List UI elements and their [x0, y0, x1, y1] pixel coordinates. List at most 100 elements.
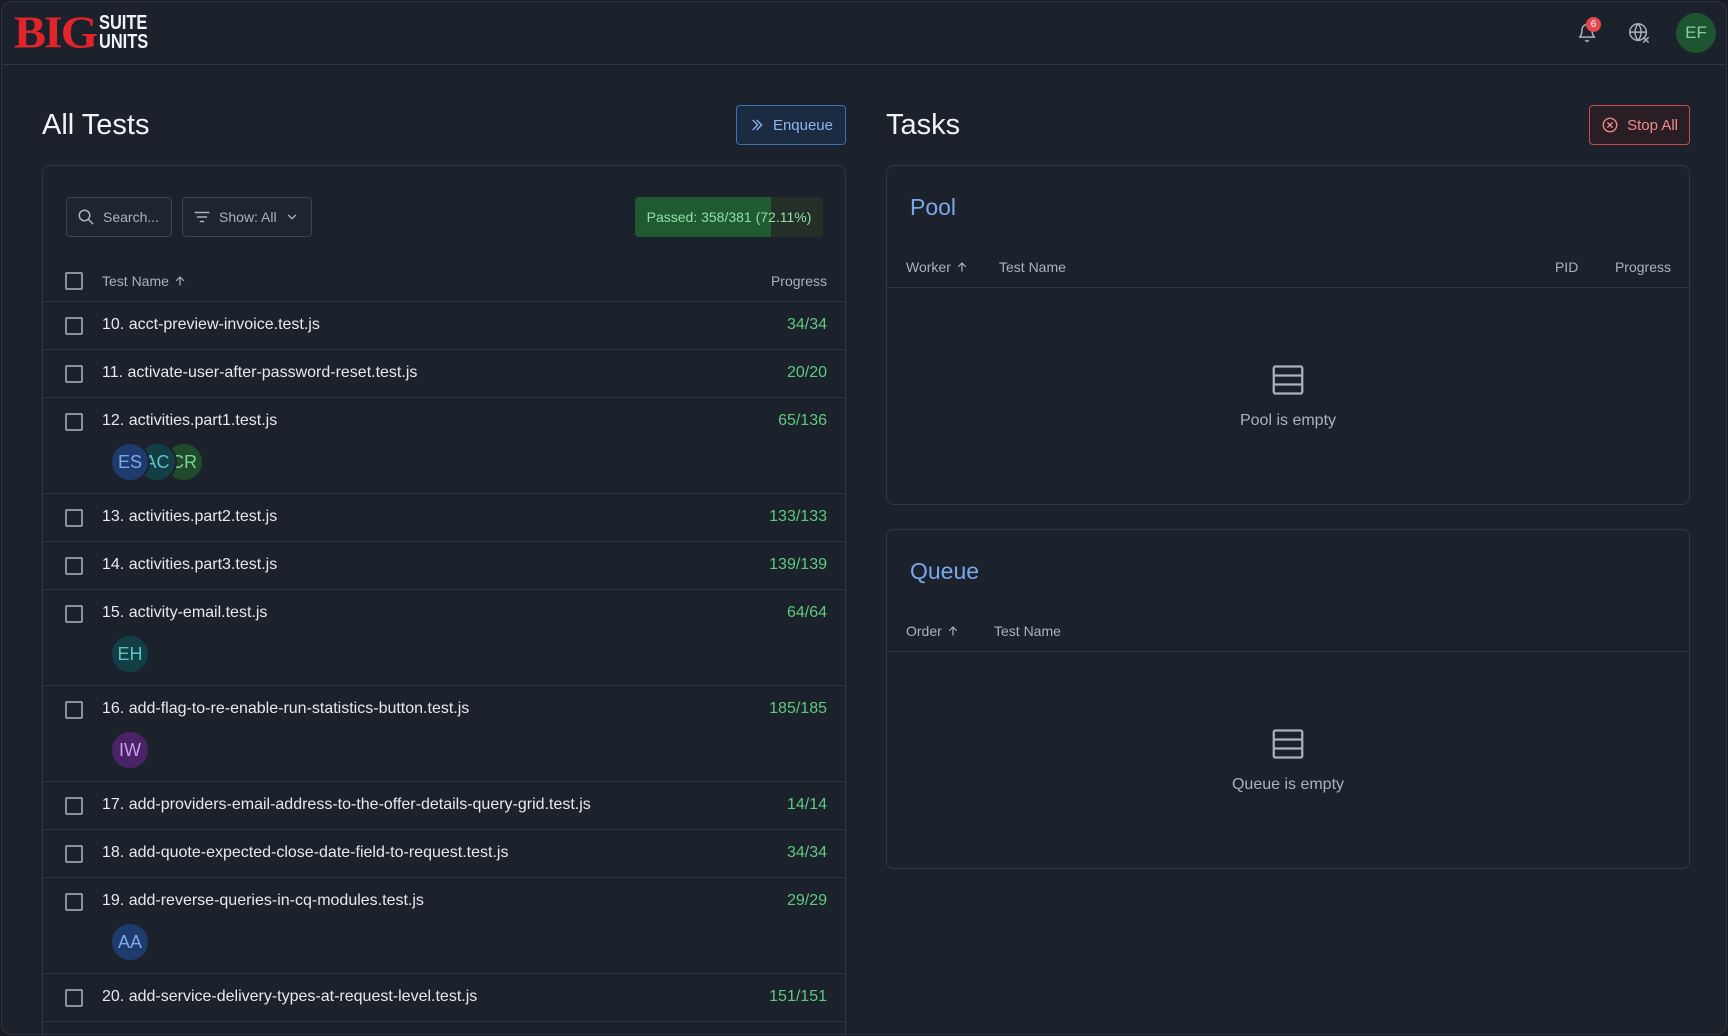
search-icon: [78, 209, 94, 225]
avatar[interactable]: EH: [110, 634, 150, 674]
assignee-avatars: AA: [110, 922, 827, 962]
notification-badge: 6: [1586, 17, 1601, 32]
test-name: 13. activities.part2.test.js: [102, 508, 278, 525]
column-worker[interactable]: Worker: [906, 259, 999, 275]
table-row[interactable]: 12. activities.part1.test.js 65/136 ES AC CR: [43, 398, 845, 494]
stop-all-button[interactable]: Stop All: [1589, 105, 1690, 145]
tests-header: All Tests Enqueue: [42, 97, 846, 153]
table-row[interactable]: 20. add-service-delivery-types-at-reques…: [43, 974, 845, 1022]
column-order[interactable]: Order: [906, 623, 994, 639]
row-main: 10. acct-preview-invoice.test.js 34/34: [43, 316, 827, 336]
row-checkbox[interactable]: [65, 605, 83, 623]
sort-arrow-up-icon: [948, 625, 957, 636]
chevron-down-icon: [287, 214, 296, 220]
enqueue-button[interactable]: Enqueue: [735, 105, 846, 145]
notifications-button[interactable]: 6: [1572, 17, 1602, 48]
pool-panel: Pool Worker Test Name PID Progress Pool …: [886, 165, 1690, 505]
test-name: 10. acct-preview-invoice.test.js: [102, 316, 320, 333]
pool-column-progress[interactable]: Progress: [1615, 259, 1671, 275]
test-progress: 65/136: [778, 412, 827, 429]
row-main: 18. add-quote-expected-close-date-field-…: [43, 844, 827, 864]
test-name: 18. add-quote-expected-close-date-field-…: [102, 844, 509, 861]
column-worker-label: Worker: [906, 258, 951, 275]
test-progress: 133/133: [769, 508, 827, 525]
table-row[interactable]: 13. activities.part2.test.js 133/133: [43, 494, 845, 542]
app-window: BIG SUITE UNITS 6 EF All Tests Enqueue S…: [1, 1, 1727, 1035]
row-checkbox[interactable]: [65, 845, 83, 863]
column-test-name-label: Test Name: [102, 272, 169, 289]
table-icon: [1272, 728, 1304, 759]
search-input[interactable]: Search...: [66, 197, 173, 237]
test-progress: 34/34: [786, 316, 827, 333]
test-progress: 20/20: [786, 364, 827, 381]
passed-summary: Passed: 358/381 (72.11%): [635, 197, 823, 237]
row-main: 12. activities.part1.test.js 65/136: [43, 412, 827, 432]
queue-column-test-name[interactable]: Test Name: [994, 623, 1671, 639]
table-row[interactable]: 19. add-reverse-queries-in-cq-modules.te…: [43, 878, 845, 974]
select-all-checkbox[interactable]: [65, 271, 83, 290]
test-progress: 64/64: [786, 604, 827, 621]
row-checkbox[interactable]: [65, 413, 83, 431]
assignee-avatars: ES AC CR: [110, 442, 827, 482]
row-checkbox[interactable]: [65, 557, 83, 575]
avatar[interactable]: IW: [110, 730, 150, 770]
test-progress: 29/29: [786, 892, 827, 909]
pool-column-test-name[interactable]: Test Name: [999, 259, 1555, 275]
test-name: 20. add-service-delivery-types-at-reques…: [102, 988, 478, 1005]
test-progress: 151/151: [769, 988, 827, 1005]
row-checkbox[interactable]: [65, 893, 83, 911]
row-checkbox[interactable]: [65, 797, 83, 815]
test-progress: 139/139: [769, 556, 827, 573]
tasks-section: Tasks Stop All Pool Worker Test Name PID…: [886, 97, 1690, 893]
topbar-actions: 6 EF: [1572, 13, 1716, 53]
tests-table-header: Test Name Progress: [43, 260, 845, 302]
row-checkbox[interactable]: [65, 509, 83, 527]
assignee-avatars: IW: [110, 730, 827, 770]
assignee-avatars: EH: [110, 634, 827, 674]
row-checkbox[interactable]: [65, 365, 83, 383]
tests-table-body: 10. acct-preview-invoice.test.js 34/34 11.…: [43, 302, 845, 1034]
row-main: 17. add-providers-email-address-to-the-o…: [43, 796, 827, 816]
row-checkbox[interactable]: [65, 701, 83, 719]
table-row[interactable]: 21. added-new-and-optimized-existing-fea…: [43, 1022, 845, 1034]
top-bar: BIG SUITE UNITS 6 EF: [2, 2, 1726, 65]
row-main: 20. add-service-delivery-types-at-reques…: [43, 988, 827, 1008]
row-main: 13. activities.part2.test.js 133/133: [43, 508, 827, 528]
table-row[interactable]: 17. add-providers-email-address-to-the-o…: [43, 782, 845, 830]
row-main: 11. activate-user-after-password-reset.t…: [43, 364, 827, 384]
user-avatar[interactable]: EF: [1676, 13, 1716, 53]
row-main: 14. activities.part3.test.js 139/139: [43, 556, 827, 576]
row-main: 16. add-flag-to-re-enable-run-statistics…: [43, 700, 827, 720]
table-row[interactable]: 16. add-flag-to-re-enable-run-statistics…: [43, 686, 845, 782]
row-checkbox[interactable]: [65, 317, 83, 335]
queue-panel: Queue Order Test Name Queue is empty: [886, 529, 1690, 869]
table-row[interactable]: 15. activity-email.test.js 64/64 EH: [43, 590, 845, 686]
enqueue-label: Enqueue: [772, 116, 833, 134]
tests-title: All Tests: [42, 108, 150, 141]
language-button[interactable]: [1624, 18, 1654, 48]
table-row[interactable]: 10. acct-preview-invoice.test.js 34/34: [43, 302, 845, 350]
tasks-title: Tasks: [886, 108, 961, 141]
pool-empty-text: Pool is empty: [1239, 411, 1337, 429]
filter-icon: [194, 211, 210, 223]
double-chevron-right-icon: [752, 119, 763, 131]
logo[interactable]: BIG SUITE UNITS: [14, 7, 159, 58]
row-main: 19. add-reverse-queries-in-cq-modules.te…: [43, 892, 827, 912]
queue-table-header: Order Test Name: [887, 610, 1689, 652]
table-row[interactable]: 11. activate-user-after-password-reset.t…: [43, 350, 845, 398]
filter-dropdown[interactable]: Show: All: [182, 197, 312, 237]
table-row[interactable]: 14. activities.part3.test.js 139/139: [43, 542, 845, 590]
test-name: 17. add-providers-email-address-to-the-o…: [102, 796, 591, 813]
column-pid[interactable]: PID: [1555, 259, 1615, 275]
row-checkbox[interactable]: [65, 989, 83, 1007]
avatar[interactable]: AA: [110, 922, 150, 962]
column-test-name[interactable]: Test Name: [102, 273, 771, 289]
avatar[interactable]: ES: [110, 442, 150, 482]
column-progress[interactable]: Progress: [771, 273, 827, 289]
table-row[interactable]: 18. add-quote-expected-close-date-field-…: [43, 830, 845, 878]
logo-big: BIG: [14, 7, 98, 58]
globe-icon: [1629, 23, 1649, 43]
column-order-label: Order: [906, 622, 942, 639]
logo-line-2: UNITS: [99, 31, 149, 53]
tasks-header: Tasks Stop All: [886, 97, 1690, 153]
